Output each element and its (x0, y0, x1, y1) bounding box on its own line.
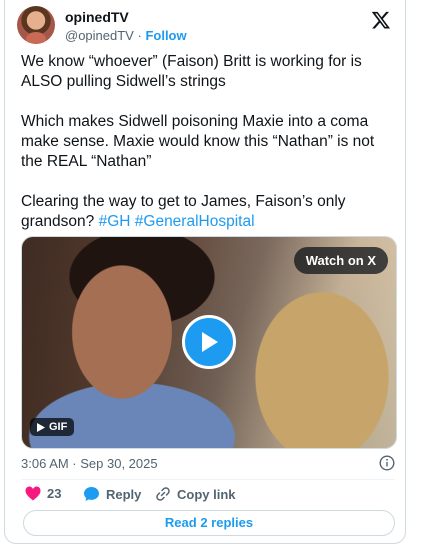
x-logo-icon[interactable] (371, 10, 391, 30)
play-small-icon (37, 422, 45, 432)
play-button[interactable] (182, 315, 236, 369)
watch-on-x-button[interactable]: Watch on X (293, 247, 388, 274)
post-card: opinedTV @opinedTV · Follow We know “who… (4, 0, 406, 544)
like-button[interactable]: 23 (25, 486, 61, 501)
copy-link-label: Copy link (177, 486, 236, 502)
author-handle-row: @opinedTV · Follow (65, 28, 187, 43)
gif-label: GIF (49, 421, 68, 433)
post-paragraph-2: Which makes Sidwell poisoning Maxie into… (21, 113, 375, 170)
post-paragraph-1: We know “whoever” (Faison) Britt is work… (21, 53, 362, 90)
gif-media[interactable]: Watch on X GIF (21, 236, 397, 449)
copy-link-button[interactable]: Copy link (155, 486, 236, 502)
author-avatar[interactable] (17, 6, 55, 44)
post-paragraph-3: Clearing the way to get to James, Faison… (21, 192, 397, 232)
read-replies-button[interactable]: Read 2 replies (23, 510, 395, 536)
follow-button[interactable]: Follow (145, 28, 186, 43)
author-display-name[interactable]: opinedTV (65, 9, 129, 25)
gif-badge: GIF (30, 418, 75, 436)
play-icon (202, 332, 218, 352)
link-icon (156, 487, 170, 501)
info-icon[interactable] (379, 455, 395, 471)
post-timestamp[interactable]: 3:06 AM · Sep 30, 2025 (21, 456, 158, 471)
post-header: opinedTV @opinedTV · Follow (17, 6, 397, 46)
post-meta: 3:06 AM · Sep 30, 2025 (21, 455, 395, 473)
hashtag-generalhospital[interactable]: #GeneralHospital (135, 213, 255, 230)
reply-label: Reply (106, 486, 142, 502)
author-handle[interactable]: @opinedTV (65, 28, 134, 43)
post-text: We know “whoever” (Faison) Britt is work… (21, 52, 397, 232)
heart-icon (25, 486, 41, 501)
separator-dot: · (137, 28, 142, 43)
divider (21, 479, 395, 480)
hashtag-gh[interactable]: #GH (99, 213, 131, 230)
reply-bubble-icon (84, 487, 99, 501)
reply-button[interactable]: Reply (83, 486, 141, 502)
like-count: 23 (47, 486, 62, 501)
